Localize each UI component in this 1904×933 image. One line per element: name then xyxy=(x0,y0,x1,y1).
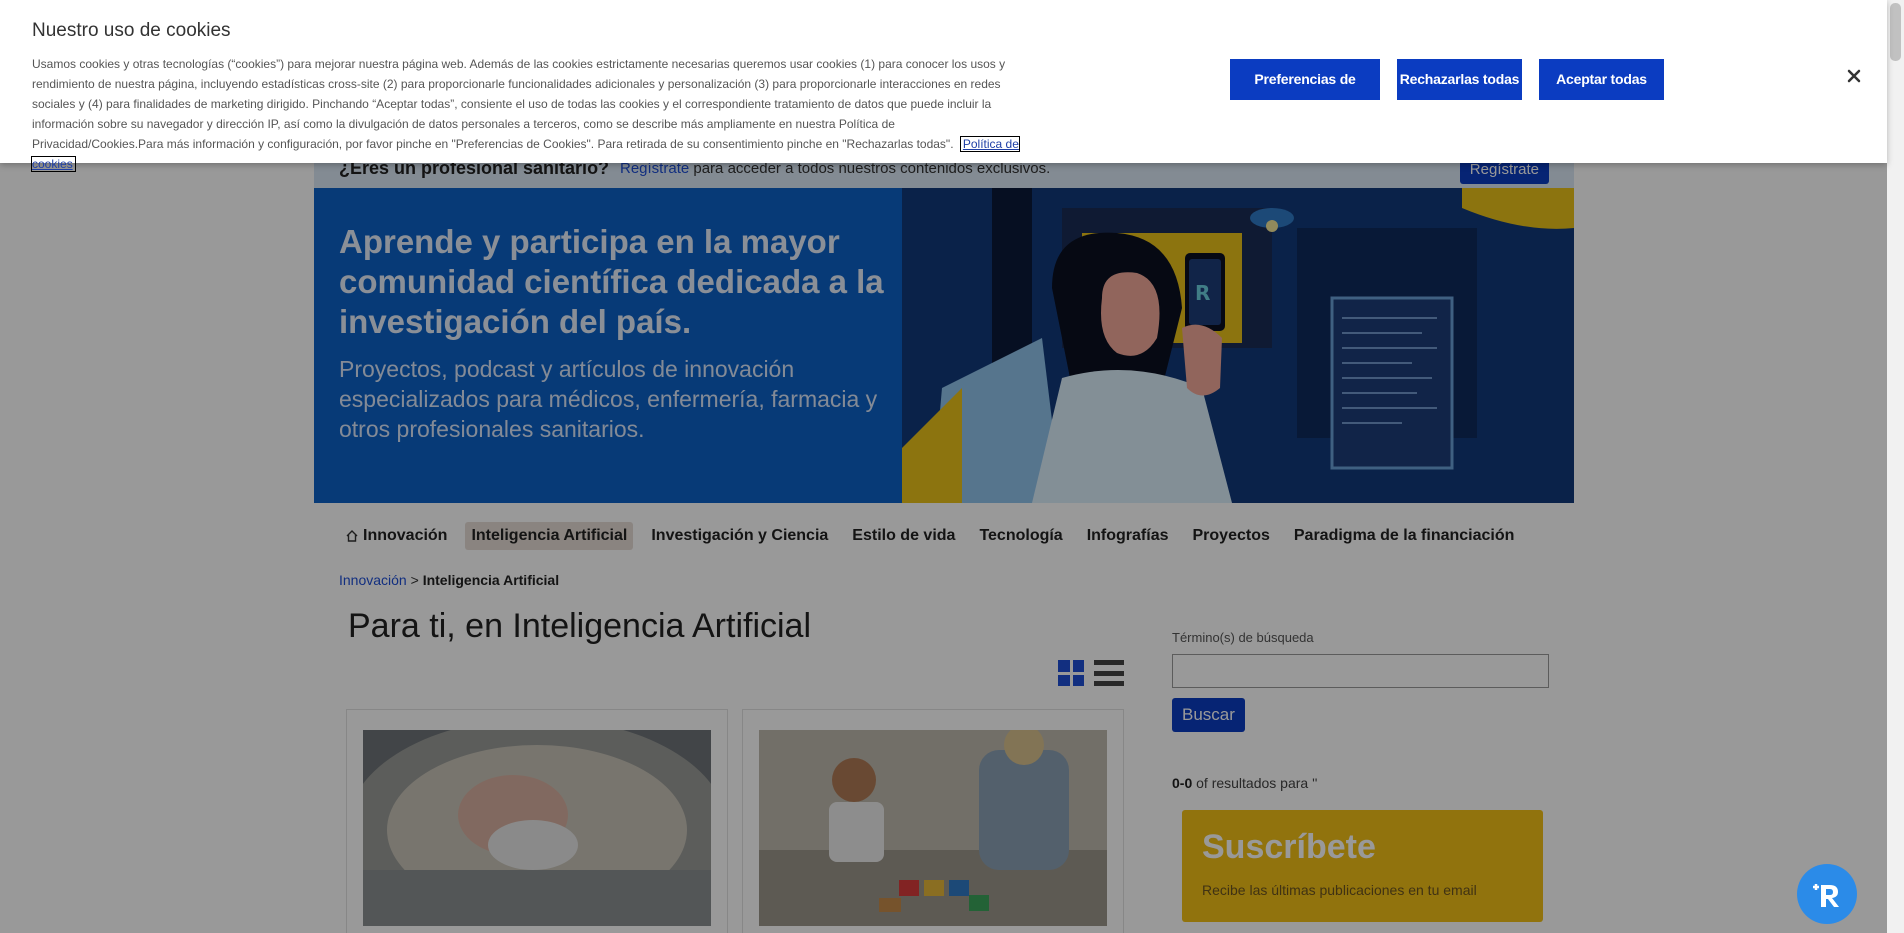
close-icon[interactable] xyxy=(1844,66,1864,86)
cookie-text: Usamos cookies y otras tecnologías (“coo… xyxy=(32,57,1006,151)
accept-all-button[interactable]: Aceptar todas xyxy=(1539,59,1664,100)
cookie-body: Usamos cookies y otras tecnologías (“coo… xyxy=(31,54,1022,174)
page-scrollbar[interactable] xyxy=(1887,0,1904,933)
cookie-banner: Nuestro uso de cookies Usamos cookies y … xyxy=(0,0,1887,172)
brand-r-plus-icon xyxy=(1813,884,1839,907)
cookie-title: Nuestro uso de cookies xyxy=(32,20,231,41)
cookie-preferences-button[interactable]: Preferencias de cookies xyxy=(1230,59,1380,128)
scrollbar-thumb[interactable] xyxy=(1890,3,1901,61)
chat-fab-button[interactable] xyxy=(1797,864,1857,924)
reject-all-button[interactable]: Rechazarlas todas xyxy=(1397,59,1522,100)
